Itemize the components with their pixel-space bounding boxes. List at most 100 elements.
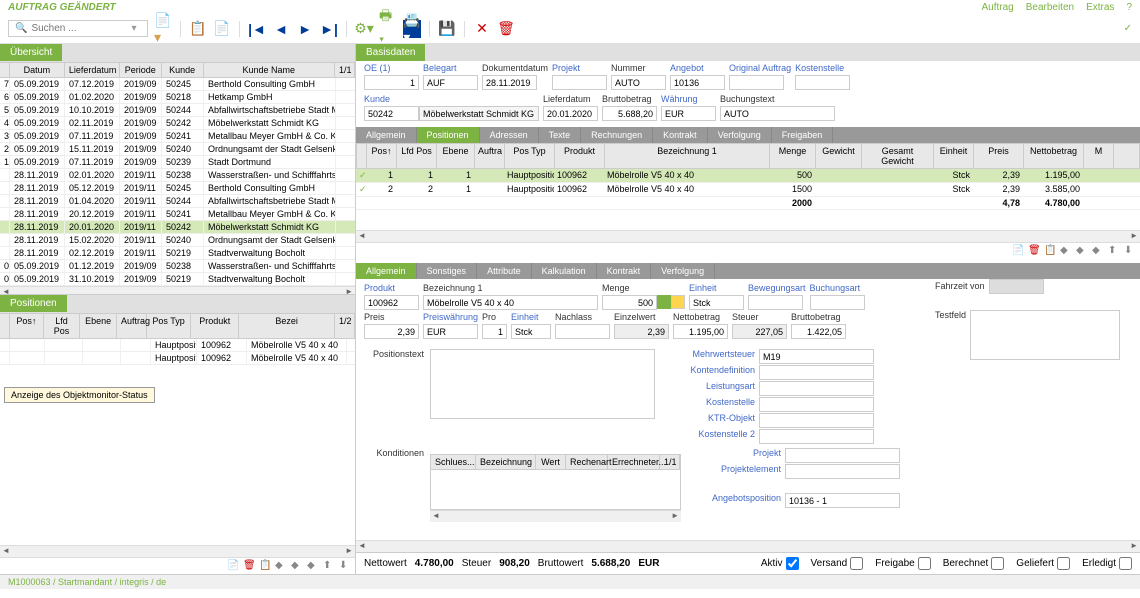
close-icon[interactable]: ✕ bbox=[473, 20, 491, 38]
orders-scroll[interactable] bbox=[0, 286, 355, 294]
search-box[interactable]: 🔍 ▾ bbox=[8, 20, 148, 37]
tab-adressen[interactable]: Adressen bbox=[480, 127, 539, 143]
order-row[interactable]: 28.11.201920.12.20192019/1150241Metallba… bbox=[0, 208, 355, 221]
delete-icon[interactable]: 🗑 bbox=[497, 20, 515, 38]
d-leistungsart[interactable] bbox=[759, 381, 874, 396]
first-icon[interactable]: |◄ bbox=[248, 20, 266, 38]
tab-positionen[interactable]: Positionen bbox=[417, 127, 480, 143]
belegart-field[interactable] bbox=[423, 75, 478, 90]
angebot-field[interactable] bbox=[670, 75, 725, 90]
chk-aktiv[interactable] bbox=[786, 557, 799, 570]
pg-del[interactable]: 🗑 bbox=[1028, 245, 1040, 257]
order-row[interactable]: 505.09.201910.10.20192019/0950244Abfallw… bbox=[0, 104, 355, 117]
menu-bearbeiten[interactable]: Bearbeiten bbox=[1026, 2, 1074, 12]
order-row[interactable]: 105.09.201907.11.20192019/0950239Stadt D… bbox=[0, 156, 355, 169]
order-row[interactable]: 705.09.201907.12.20192019/0950245Berthol… bbox=[0, 78, 355, 91]
pos-grid-scroll[interactable] bbox=[356, 230, 1140, 242]
tab-allgemein[interactable]: Allgemein bbox=[356, 127, 417, 143]
pg-copy[interactable]: 📋 bbox=[1044, 245, 1056, 257]
yellow-indicator[interactable] bbox=[671, 295, 685, 309]
order-row[interactable]: 28.11.201915.02.20202019/1150240Ordnungs… bbox=[0, 234, 355, 247]
menu-auftrag[interactable]: Auftrag bbox=[981, 2, 1013, 12]
tab-rechnungen[interactable]: Rechnungen bbox=[581, 127, 653, 143]
d-kostenstelle2[interactable] bbox=[759, 429, 874, 444]
dtab-sonstiges[interactable]: Sonstiges bbox=[417, 263, 478, 279]
uebersicht-tab[interactable]: Übersicht bbox=[0, 44, 62, 61]
search-input[interactable] bbox=[31, 23, 131, 34]
gear-icon[interactable]: ⚙▾ bbox=[355, 20, 373, 38]
save-icon[interactable]: 💾 bbox=[438, 20, 456, 38]
projekt-field[interactable] bbox=[552, 75, 607, 90]
waehrung-field[interactable] bbox=[661, 106, 716, 121]
brutto-field[interactable] bbox=[602, 106, 657, 121]
order-row[interactable]: 605.09.201901.02.20202019/0950218Hetkamp… bbox=[0, 91, 355, 104]
slb-del[interactable]: 🗑 bbox=[243, 560, 255, 572]
chk-freigabe[interactable] bbox=[918, 557, 931, 570]
order-row[interactable]: 28.11.201920.01.20202019/1150242Möbelwer… bbox=[0, 221, 355, 234]
copy-icon[interactable]: 📋 bbox=[189, 20, 207, 38]
slb-down[interactable]: ⬇ bbox=[339, 560, 351, 572]
lieferdatum-field[interactable] bbox=[543, 106, 598, 121]
print-icon[interactable]: 🖶▾ bbox=[379, 20, 397, 38]
d-testfeld[interactable] bbox=[970, 310, 1120, 360]
d-angebotspos[interactable] bbox=[785, 493, 900, 508]
pg-a1[interactable]: ◆ bbox=[1060, 245, 1072, 257]
green-indicator[interactable] bbox=[657, 295, 671, 309]
paste-icon[interactable]: 📄 bbox=[213, 20, 231, 38]
d-ktr[interactable] bbox=[759, 413, 874, 428]
slb-copy[interactable]: 📋 bbox=[259, 560, 271, 572]
d-projektelement[interactable] bbox=[785, 464, 900, 479]
d-nettobetrag[interactable] bbox=[673, 324, 728, 339]
d-preis[interactable] bbox=[364, 324, 419, 339]
calc-icon[interactable]: 📇▾ bbox=[403, 20, 421, 38]
pos-left-scroll[interactable] bbox=[0, 545, 355, 557]
oe-field[interactable] bbox=[364, 75, 419, 90]
d-buchungsart[interactable] bbox=[810, 295, 865, 310]
d-bez1[interactable] bbox=[423, 295, 598, 310]
order-row[interactable]: 28.11.201902.12.20192019/1150219Stadtver… bbox=[0, 247, 355, 260]
dokdatum-field[interactable] bbox=[482, 75, 537, 90]
slb-a2[interactable]: ◆ bbox=[291, 560, 303, 572]
order-row[interactable]: 28.11.201901.04.20202019/1150244Abfallwi… bbox=[0, 195, 355, 208]
new-doc-icon[interactable]: 📄▾ bbox=[154, 20, 172, 38]
kostenstelle-field[interactable] bbox=[795, 75, 850, 90]
d-bruttobetrag[interactable] bbox=[791, 324, 846, 339]
dtab-allgemein[interactable]: Allgemein bbox=[356, 263, 417, 279]
tab-kontrakt[interactable]: Kontrakt bbox=[653, 127, 708, 143]
slb-up[interactable]: ⬆ bbox=[323, 560, 335, 572]
order-row[interactable]: 405.09.201902.11.20192019/0950242Möbelwe… bbox=[0, 117, 355, 130]
prev-icon[interactable]: ◄ bbox=[272, 20, 290, 38]
d-pro[interactable] bbox=[482, 324, 507, 339]
d-preiswaehrung[interactable] bbox=[423, 324, 478, 339]
d-nachlass[interactable] bbox=[555, 324, 610, 339]
d-einheit[interactable] bbox=[689, 295, 744, 310]
kunde-field[interactable] bbox=[364, 106, 419, 121]
order-row[interactable]: 005.09.201901.12.20192019/0950238Wassers… bbox=[0, 260, 355, 273]
buchungstext-field[interactable] bbox=[720, 106, 835, 121]
pg-down[interactable]: ⬇ bbox=[1124, 245, 1136, 257]
slb-a1[interactable]: ◆ bbox=[275, 560, 287, 572]
d-projekt[interactable] bbox=[785, 448, 900, 463]
pg-a3[interactable]: ◆ bbox=[1092, 245, 1104, 257]
order-row[interactable]: 305.09.201907.11.20192019/0950241Metallb… bbox=[0, 130, 355, 143]
d-positionstext[interactable] bbox=[430, 349, 655, 419]
chk-versand[interactable] bbox=[850, 557, 863, 570]
d-bewegungsart[interactable] bbox=[748, 295, 803, 310]
dtab-kontrakt[interactable]: Kontrakt bbox=[597, 263, 652, 279]
tab-verfolgung[interactable]: Verfolgung bbox=[708, 127, 772, 143]
order-row[interactable]: 005.09.201931.10.20192019/0950219Stadtve… bbox=[0, 273, 355, 286]
chk-erledigt[interactable] bbox=[1119, 557, 1132, 570]
dtab-verfolgung[interactable]: Verfolgung bbox=[651, 263, 715, 279]
pos-left-row[interactable]: Hauptposition100962Möbelrolle V5 40 x 40 bbox=[0, 339, 355, 352]
pg-a2[interactable]: ◆ bbox=[1076, 245, 1088, 257]
dtab-attribute[interactable]: Attribute bbox=[477, 263, 532, 279]
nummer-field[interactable] bbox=[611, 75, 666, 90]
d-produkt[interactable] bbox=[364, 295, 419, 310]
pos-grid-row[interactable]: ✓221Hauptposition100962Möbelrolle V5 40 … bbox=[356, 183, 1140, 197]
positionen-tab[interactable]: Positionen bbox=[0, 295, 67, 312]
order-row[interactable]: 205.09.201915.11.20192019/0950240Ordnung… bbox=[0, 143, 355, 156]
order-row[interactable]: 28.11.201905.12.20192019/1150245Berthold… bbox=[0, 182, 355, 195]
order-row[interactable]: 28.11.201902.01.20202019/1150238Wasserst… bbox=[0, 169, 355, 182]
chk-geliefert[interactable] bbox=[1057, 557, 1070, 570]
pos-left-row[interactable]: Hauptposition100962Möbelrolle V5 40 x 40 bbox=[0, 352, 355, 365]
